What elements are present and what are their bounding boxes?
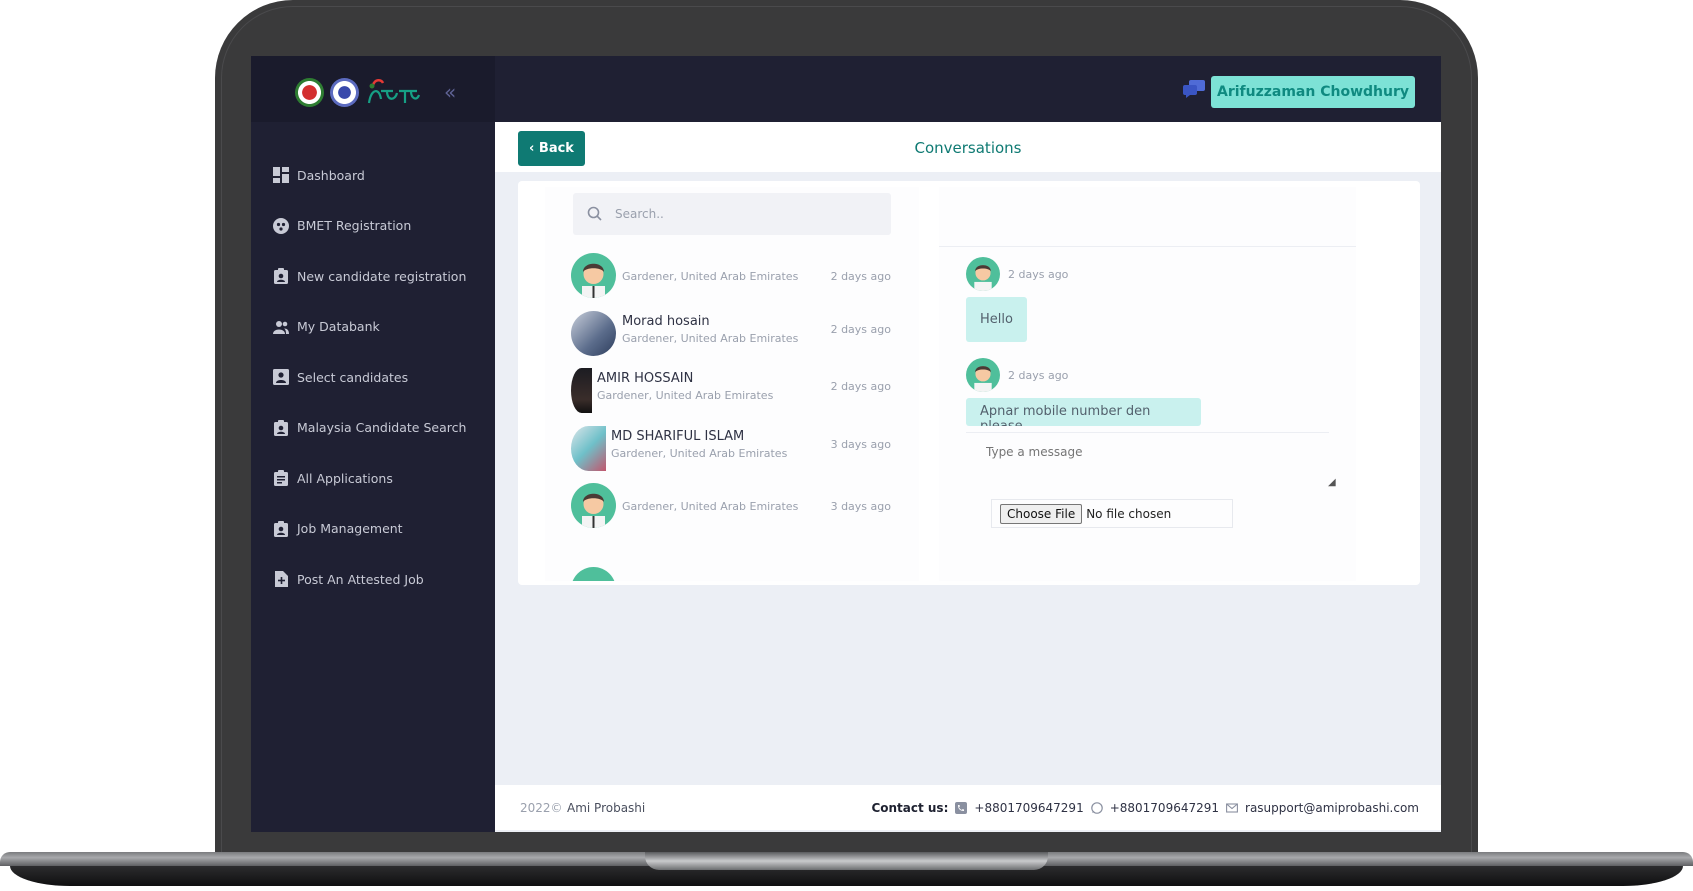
avatar xyxy=(571,426,606,471)
message-time: 2 days ago xyxy=(1008,267,1069,281)
sidebar-item-label: Select candidates xyxy=(297,369,409,385)
add-file-icon xyxy=(273,571,289,588)
message-bubble: Apnar mobile number den please xyxy=(966,398,1201,426)
choose-file-button[interactable]: Choose File xyxy=(1000,503,1083,524)
ministry-logo xyxy=(330,78,359,107)
laptop-base xyxy=(0,852,1693,891)
footer-contacts: Contact us: +8801709647291 +880170964729… xyxy=(871,801,1419,815)
messages-icon[interactable] xyxy=(1183,80,1205,98)
sidebar-item-label: Dashboard xyxy=(297,167,365,183)
conversation-name: Morad hosain xyxy=(622,314,710,329)
profile-icon xyxy=(273,369,289,386)
conversation-item[interactable]: Gardener, United Arab Emirates 3 days ag… xyxy=(571,480,891,530)
sidebar-item-label: Malaysia Candidate Search xyxy=(297,420,467,436)
search-box xyxy=(573,193,891,235)
avatar xyxy=(571,311,616,356)
conversation-subtitle: Gardener, United Arab Emirates xyxy=(622,270,799,283)
search-icon xyxy=(587,206,602,221)
file-status: No file chosen xyxy=(1086,506,1172,521)
sidebar-item-malaysia-search[interactable]: Malaysia Candidate Search xyxy=(251,403,495,454)
avatar xyxy=(966,257,1000,291)
divider xyxy=(966,432,1329,433)
clipboard-icon xyxy=(273,470,289,487)
sidebar-item-select-candidates[interactable]: Select candidates xyxy=(251,352,495,403)
conversation-time: 3 days ago xyxy=(830,500,891,513)
user-menu-button[interactable]: Arifuzzaman Chowdhury xyxy=(1211,76,1415,108)
sidebar-item-job-management[interactable]: Job Management xyxy=(251,504,495,555)
sidebar-menu: Dashboard BMET Registration New candidat… xyxy=(251,150,495,605)
file-input[interactable]: Choose File No file chosen xyxy=(991,499,1233,528)
contact-label: Contact us: xyxy=(871,800,949,815)
conversations-card: Gardener, United Arab Emirates 2 days ag… xyxy=(518,181,1420,585)
sidebar-item-new-candidate[interactable]: New candidate registration xyxy=(251,251,495,302)
footer: 2022© Ami Probashi Contact us: +88017096… xyxy=(495,785,1441,830)
sidebar-item-label: New candidate registration xyxy=(297,268,467,284)
avatar xyxy=(966,358,1000,392)
conversation-subtitle: Gardener, United Arab Emirates xyxy=(611,447,788,460)
app-screen: « Dashboard BMET Registration New candid… xyxy=(251,56,1441,832)
sidebar-item-label: My Databank xyxy=(297,319,380,335)
avatar xyxy=(571,483,616,528)
conversation-time: 2 days ago xyxy=(830,323,891,336)
ami-probashi-logo xyxy=(367,79,421,104)
sidebar-item-label: Job Management xyxy=(297,521,403,537)
contact-phone[interactable]: +8801709647291 xyxy=(974,801,1083,815)
avatar xyxy=(571,368,592,413)
resize-handle-icon[interactable]: ◢ xyxy=(1328,477,1336,488)
registration-icon xyxy=(273,217,289,234)
message-bubble: Hello xyxy=(966,297,1027,342)
message-text: Apnar mobile number den please xyxy=(980,404,1151,426)
conversation-subtitle: Gardener, United Arab Emirates xyxy=(622,500,799,513)
avatar xyxy=(571,567,616,581)
government-seal-logo xyxy=(295,78,324,107)
sidebar: « Dashboard BMET Registration New candid… xyxy=(251,56,495,832)
conversation-item[interactable]: AMIR HOSSAIN Gardener, United Arab Emira… xyxy=(571,365,891,415)
conversation-list: Gardener, United Arab Emirates 2 days ag… xyxy=(545,187,919,581)
topbar: Arifuzzaman Chowdhury xyxy=(495,56,1441,122)
phone-icon xyxy=(955,801,968,814)
conversation-time: 3 days ago xyxy=(830,438,891,451)
message-time: 2 days ago xyxy=(1008,368,1069,382)
sidebar-item-bmet-registration[interactable]: BMET Registration xyxy=(251,201,495,252)
chat-header xyxy=(939,187,1356,247)
conversation-item[interactable]: Morad hosain Gardener, United Arab Emira… xyxy=(571,308,891,358)
badge-icon xyxy=(273,520,289,537)
conversation-subtitle: Gardener, United Arab Emirates xyxy=(597,389,774,402)
sidebar-item-post-attested-job[interactable]: Post An Attested Job xyxy=(251,554,495,605)
message-input[interactable] xyxy=(986,445,1308,491)
sidebar-item-label: Post An Attested Job xyxy=(297,571,424,587)
badge-icon xyxy=(273,419,289,436)
collapse-sidebar-icon[interactable]: « xyxy=(444,80,456,104)
conversation-name: MD SHARIFUL ISLAM xyxy=(611,429,745,444)
sidebar-header: « xyxy=(251,56,495,122)
sidebar-item-dashboard[interactable]: Dashboard xyxy=(251,150,495,201)
conversation-item[interactable]: Gardener, United Arab Emirates 2 days ag… xyxy=(571,250,891,300)
footer-brand[interactable]: Ami Probashi xyxy=(567,801,645,815)
avatar xyxy=(571,253,616,298)
page-header: ‹ Back Conversations xyxy=(495,122,1441,172)
conversation-time: 2 days ago xyxy=(830,380,891,393)
laptop-notch xyxy=(645,852,1048,870)
page-title: Conversations xyxy=(914,139,1022,157)
sidebar-item-all-applications[interactable]: All Applications xyxy=(251,453,495,504)
dashboard-icon xyxy=(273,167,289,184)
search-input[interactable] xyxy=(615,207,865,221)
people-icon xyxy=(273,319,289,335)
sidebar-item-my-databank[interactable]: My Databank xyxy=(251,302,495,353)
conversation-item[interactable]: MD SHARIFUL ISLAM Gardener, United Arab … xyxy=(571,423,891,473)
conversation-name: AMIR HOSSAIN xyxy=(597,371,694,386)
whatsapp-icon xyxy=(1090,801,1103,814)
candidate-icon xyxy=(273,268,289,285)
message-meta: 2 days ago xyxy=(966,358,1068,392)
contact-email[interactable]: rasupport@amiprobashi.com xyxy=(1245,801,1419,815)
contact-whatsapp[interactable]: +8801709647291 xyxy=(1110,801,1219,815)
chat-panel: 2 days ago Hello 2 days ago Apnar mobile… xyxy=(939,187,1356,581)
conversation-time: 2 days ago xyxy=(830,270,891,283)
email-icon xyxy=(1226,802,1238,813)
sidebar-item-label: BMET Registration xyxy=(297,218,412,234)
conversation-subtitle: Gardener, United Arab Emirates xyxy=(622,332,799,345)
footer-year: 2022© xyxy=(520,800,563,815)
sidebar-item-label: All Applications xyxy=(297,470,393,486)
message-meta: 2 days ago xyxy=(966,257,1068,291)
